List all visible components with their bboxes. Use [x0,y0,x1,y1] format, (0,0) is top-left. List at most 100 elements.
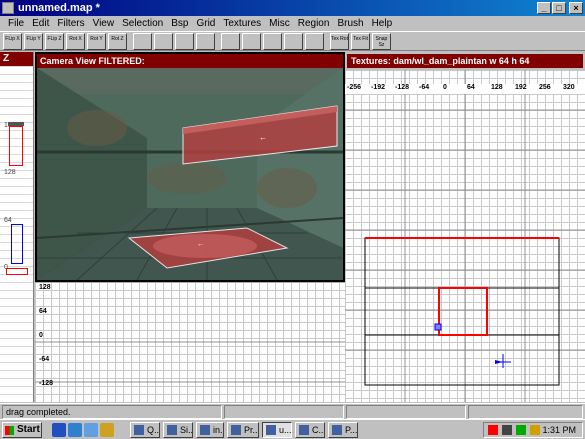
camera-view-header: Camera View FILTERED: [37,54,343,68]
select-touching-icon[interactable] [154,32,173,50]
y-tick-label: 0 [39,332,43,339]
close-button[interactable]: × [569,2,583,14]
x-tick-label: 128 [491,84,503,91]
taskbar-button[interactable]: P... [328,422,358,438]
app-icon[interactable] [2,2,14,14]
toolbar-button-label: Rot X [69,35,82,42]
texture-panel: Textures: dam/wl_dam_plaintan w 64 h 64 [345,52,585,70]
z-label: 64 [4,217,12,224]
tray-icon[interactable] [502,425,512,435]
status-bar: drag completed. [0,403,585,419]
menu-filters[interactable]: Filters [53,16,88,31]
z-view-panel[interactable]: Z 192 128 64 0 [0,52,34,402]
menu-bar: File Edit Filters View Selection Bsp Gri… [0,16,585,31]
toolbar-button-label: FLip Z [47,35,62,42]
menu-textures[interactable]: Textures [219,16,265,31]
taskbar-button[interactable]: Q... [130,422,160,438]
camera-view[interactable]: Camera View FILTERED: ← ← [35,52,345,282]
snap-size-icon[interactable]: Snap Sz [372,32,391,50]
internet-explorer-icon[interactable] [52,423,66,437]
menu-brush[interactable]: Brush [333,16,367,31]
taskbar-button[interactable]: Si... [163,422,193,438]
y-tick-label: 64 [39,308,47,315]
rotate-z-icon[interactable]: Rot Z [108,32,127,50]
select-inside-icon[interactable] [196,32,215,50]
z-camera-marker[interactable] [8,122,24,126]
menu-help[interactable]: Help [368,16,397,31]
menu-grid[interactable]: Grid [192,16,219,31]
texture-lock-icon[interactable] [284,32,303,50]
channels-icon[interactable] [100,423,114,437]
xy-grid-view-left[interactable]: 128 64 0 -64 -128 [35,282,345,402]
menu-bsp[interactable]: Bsp [167,16,192,31]
select-partial-tall-icon[interactable] [175,32,194,50]
status-message: drag completed. [2,405,222,419]
tray-icon[interactable] [516,425,526,435]
x-tick-label: -64 [419,84,430,91]
z-selected-brush[interactable] [9,126,23,166]
taskbar-button-label: u... [279,425,292,435]
x-tick-label: 64 [467,84,475,91]
taskbar-button[interactable]: in... [196,422,224,438]
taskbar-button[interactable]: Pr... [227,422,259,438]
texture-info-bar: Textures: dam/wl_dam_plaintan w 64 h 64 [347,54,583,68]
flip-y-icon[interactable]: FLip Y [24,32,43,50]
minimize-button[interactable]: _ [537,2,551,14]
menu-view[interactable]: View [89,16,119,31]
task-app-icon [134,425,144,435]
menu-region[interactable]: Region [294,16,334,31]
outlook-express-icon[interactable] [68,423,82,437]
clock[interactable]: 1:31 PM [542,424,576,437]
x-tick-label: -256 [347,84,362,91]
z-floor-brush[interactable] [6,268,28,275]
select-complete-tall-icon[interactable] [133,32,152,50]
status-cell-2 [224,405,344,419]
csg-merge-icon[interactable] [242,32,261,50]
maximize-button[interactable]: □ [552,2,566,14]
x-tick-label: 192 [515,84,527,91]
svg-text:←: ← [259,133,267,142]
z-camera-icon[interactable] [11,224,23,264]
volume-icon[interactable] [530,425,540,435]
y-tick-label: -128 [39,380,54,387]
menu-misc[interactable]: Misc [265,16,294,31]
flip-z-icon[interactable]: FLip Z [45,32,64,50]
y-tick-label: -64 [39,356,50,363]
menu-edit[interactable]: Edit [28,16,53,31]
toolbar-button-label: Tex Rot [331,35,348,42]
start-button[interactable]: Start [2,422,42,438]
csg-subtract-icon[interactable] [221,32,240,50]
texture-fit-icon[interactable]: Tex Fit [351,32,370,50]
rotate-y-icon[interactable]: Rot Y [87,32,106,50]
title-bar: unnamed.map * _ □ × [0,0,585,16]
taskbar-button-label: Q... [147,425,160,435]
rotate-x-icon[interactable]: Rot X [66,32,85,50]
texture-rotate-icon[interactable]: Tex Rot [330,32,349,50]
taskbar-button-label: in... [213,425,223,435]
entity-icon[interactable] [305,32,324,50]
tray-icon[interactable] [488,425,498,435]
z-view-header: Z [0,52,33,66]
taskbar-button[interactable]: u... [262,422,292,438]
taskbar-button-label: Si... [180,425,193,435]
xy-grid-view[interactable] [345,70,585,402]
status-cell-4 [468,405,583,419]
task-app-icon [231,425,241,435]
toolbar-button-label: FLip X [5,35,20,42]
camera-render[interactable]: ← ← [37,68,343,280]
x-tick-label: 320 [563,84,575,91]
xy-grid-drawing [345,70,585,402]
taskbar-button-label: C... [312,425,325,435]
desktop-icon[interactable] [84,423,98,437]
clipper-icon[interactable] [263,32,282,50]
x-tick-label: -192 [371,84,386,91]
toolbar-button-label: Rot Y [90,35,103,42]
flip-x-icon[interactable]: FLip X [3,32,22,50]
y-tick-label: 128 [39,284,51,291]
menu-selection[interactable]: Selection [118,16,167,31]
menu-file[interactable]: File [4,16,28,31]
taskbar-button-label: P... [345,425,358,435]
taskbar-button[interactable]: C... [295,422,325,438]
taskbar: Start Q... Si... in... Pr... u... C... P... 1:… [0,419,585,439]
start-label: Start [17,424,40,435]
